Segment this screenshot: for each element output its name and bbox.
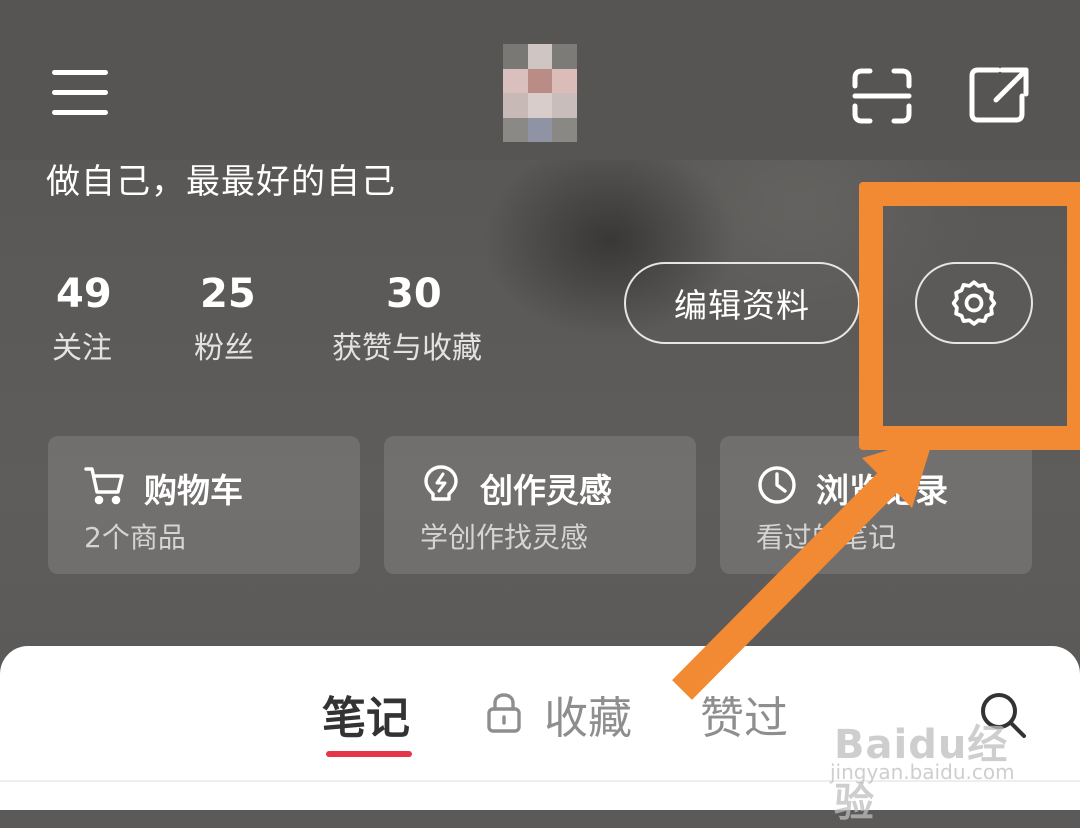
card-history[interactable]: 浏览记录 看过的笔记	[720, 436, 1032, 574]
lock-icon	[487, 693, 521, 733]
watermark-url: jingyan.baidu.com	[830, 760, 1015, 784]
active-tab-indicator	[326, 751, 412, 757]
settings-button[interactable]	[915, 262, 1033, 344]
card-cart-subtitle: 2个商品	[84, 521, 186, 554]
card-inspiration[interactable]: 创作灵感 学创作找灵感	[384, 436, 696, 574]
gear-icon	[951, 280, 997, 326]
card-cart[interactable]: 购物车 2个商品	[48, 436, 360, 574]
card-history-title: 浏览记录	[816, 471, 948, 510]
stat-likes-collects-label: 获赞与收藏	[332, 331, 482, 366]
scan-icon[interactable]	[852, 68, 912, 124]
stat-following-label: 关注	[52, 331, 112, 366]
stat-followers-count: 25	[200, 271, 256, 317]
card-inspiration-subtitle: 学创作找灵感	[420, 521, 589, 554]
edit-profile-button[interactable]: 编辑资料	[624, 262, 860, 344]
stat-following[interactable]: 49 关注	[52, 268, 112, 372]
stat-followers[interactable]: 25 粉丝	[194, 268, 256, 372]
bulb-icon	[424, 465, 458, 501]
stat-followers-label: 粉丝	[194, 331, 254, 366]
avatar[interactable]	[503, 44, 577, 142]
card-history-subtitle: 看过的笔记	[756, 521, 897, 554]
card-inspiration-title: 创作灵感	[480, 471, 612, 510]
tab-collections[interactable]: 收藏	[544, 682, 632, 746]
menu-icon[interactable]	[52, 70, 110, 116]
stat-likes-collects[interactable]: 30 获赞与收藏	[332, 268, 482, 372]
tab-liked[interactable]: 赞过	[700, 682, 788, 746]
card-cart-title: 购物车	[144, 471, 243, 510]
profile-bio: 做自己，最最好的自己	[46, 162, 396, 202]
cart-icon	[84, 467, 124, 505]
watermark: Baidu经验 jingyan.baidu.com	[826, 700, 1036, 826]
stat-likes-collects-count: 30	[386, 271, 442, 317]
stat-following-count: 49	[56, 271, 112, 317]
tab-notes[interactable]: 笔记	[322, 682, 410, 746]
share-icon[interactable]	[968, 66, 1030, 124]
clock-icon	[758, 466, 796, 504]
